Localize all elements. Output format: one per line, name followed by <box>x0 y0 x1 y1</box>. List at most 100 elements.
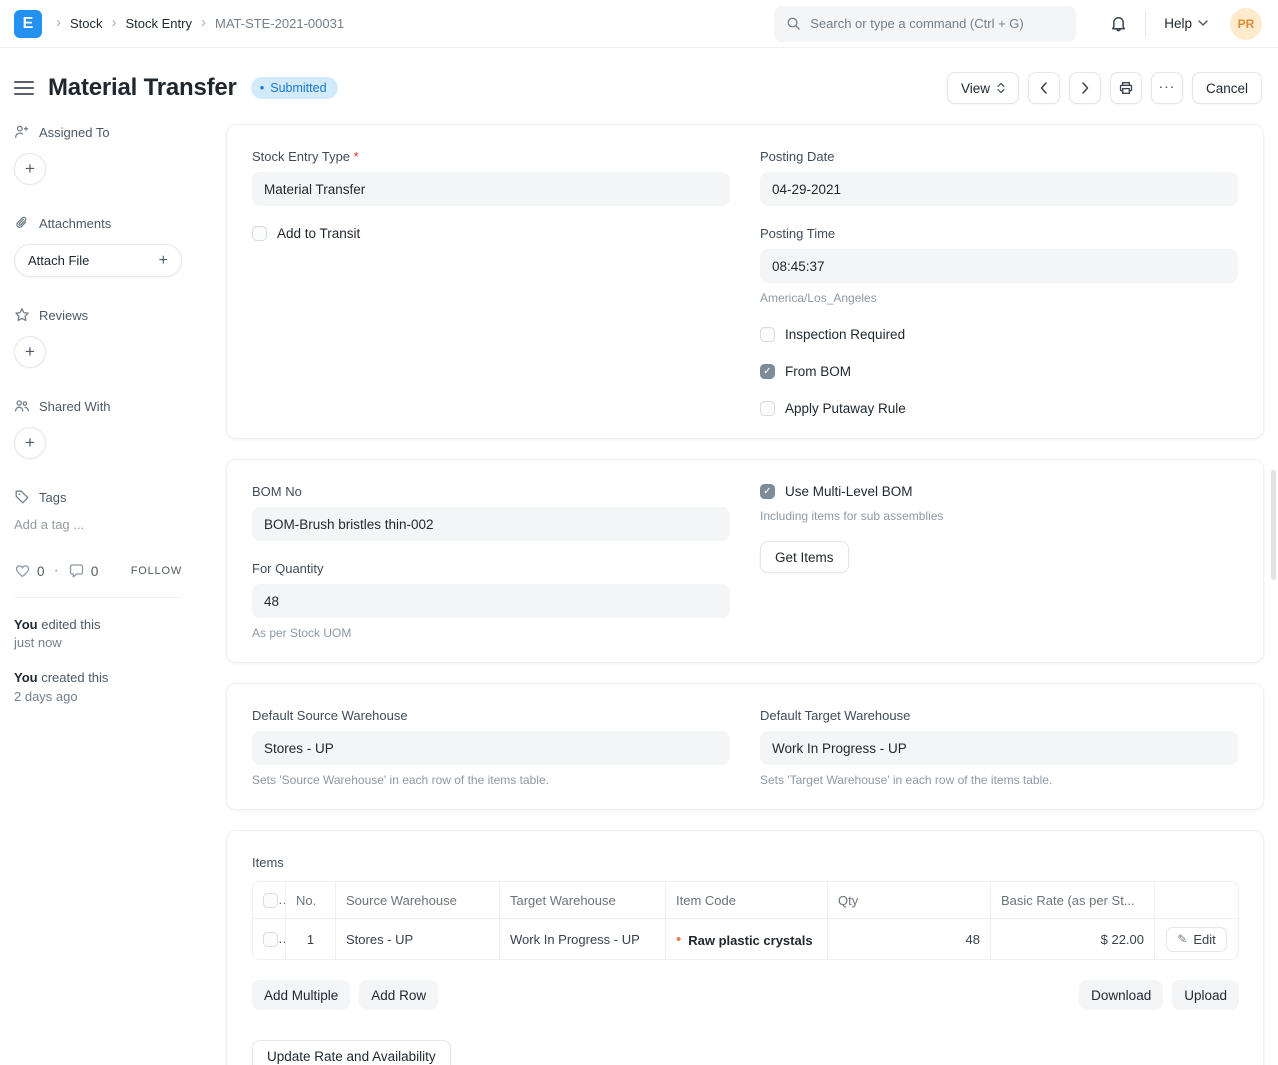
checkbox-checked[interactable]: ✓ <box>760 364 775 379</box>
section-items-card: Items No. Source Warehouse Target Wareho… <box>226 830 1264 1065</box>
column-left: Stock Entry Type * Add to Transit <box>252 149 730 416</box>
update-rate-availability-button[interactable]: Update Rate and Availability <box>252 1040 451 1065</box>
view-button-label: View <box>961 81 990 96</box>
activity-entry: You created this 2 days ago <box>14 669 182 705</box>
stock-entry-type-input[interactable] <box>252 172 730 206</box>
sidebar-section-tags: Tags Add a tag ... <box>14 489 182 532</box>
bom-no-input[interactable] <box>252 507 730 541</box>
notifications-bell-icon[interactable] <box>1110 15 1127 32</box>
add-multiple-button[interactable]: Add Multiple <box>252 980 350 1010</box>
column-right: Posting Date Posting Time America/Los_An… <box>760 149 1238 416</box>
select-all-checkbox[interactable] <box>263 893 278 908</box>
reviews-label: Reviews <box>39 308 88 323</box>
default-target-warehouse-input[interactable] <box>760 731 1238 765</box>
breadcrumb-stock-entry[interactable]: Stock Entry <box>126 16 192 31</box>
get-items-button[interactable]: Get Items <box>760 541 849 573</box>
column-header-basic-rate[interactable]: Basic Rate (as per St... <box>991 881 1155 919</box>
add-share-button[interactable]: + <box>14 427 46 459</box>
row-checkbox[interactable] <box>263 932 278 947</box>
add-tag-input[interactable]: Add a tag ... <box>14 517 182 532</box>
checkbox-label: Use Multi-Level BOM <box>785 484 913 499</box>
breadcrumb: › Stock › Stock Entry › MAT-STE-2021-000… <box>56 16 344 31</box>
breadcrumb-stock[interactable]: Stock <box>70 16 103 31</box>
row-source-warehouse[interactable]: Stores - UP <box>336 919 500 960</box>
checkbox-checked[interactable]: ✓ <box>760 484 775 499</box>
more-actions-button[interactable]: ··· <box>1151 72 1183 104</box>
page-head: Material Transfer • Submitted View ··· C… <box>0 48 1278 118</box>
required-asterisk: * <box>354 149 359 164</box>
app-logo[interactable]: E <box>14 10 42 38</box>
download-button[interactable]: Download <box>1079 980 1163 1010</box>
items-table-header-row: No. Source Warehouse Target Warehouse It… <box>252 881 1239 919</box>
column-header-qty[interactable]: Qty <box>828 881 991 919</box>
column-header-target-warehouse[interactable]: Target Warehouse <box>500 881 666 919</box>
column-header-item-code[interactable]: Item Code <box>666 881 828 919</box>
default-source-warehouse-input[interactable] <box>252 731 730 765</box>
posting-date-input[interactable] <box>760 172 1238 206</box>
column-header-actions <box>1155 881 1239 919</box>
row-item-code[interactable]: •Raw plastic crystals <box>666 919 828 960</box>
use-multi-level-bom-checkbox[interactable]: ✓ Use Multi-Level BOM <box>760 484 1238 499</box>
row-qty[interactable]: 48 <box>828 919 991 960</box>
items-section-title: Items <box>252 855 1238 870</box>
sidebar-section-shared-with: Shared With + <box>14 398 182 459</box>
checkbox-unchecked[interactable] <box>252 226 267 241</box>
prev-document-button[interactable] <box>1028 72 1060 104</box>
sidebar-section-assigned-to: Assigned To + <box>14 124 182 185</box>
for-quantity-input[interactable] <box>252 584 730 618</box>
plus-icon: + <box>159 252 168 270</box>
view-button[interactable]: View <box>947 72 1019 104</box>
plus-icon: + <box>25 342 35 362</box>
column-header-no[interactable]: No. <box>286 881 336 919</box>
add-to-transit-checkbox[interactable]: Add to Transit <box>252 226 730 241</box>
posting-time-input[interactable] <box>760 249 1238 283</box>
next-document-button[interactable] <box>1069 72 1101 104</box>
assign-user-icon <box>14 124 30 140</box>
breadcrumb-current-doc[interactable]: MAT-STE-2021-00031 <box>215 16 344 31</box>
from-bom-checkbox[interactable]: ✓ From BOM <box>760 364 1238 379</box>
print-button[interactable] <box>1110 72 1142 104</box>
column-right: ✓ Use Multi-Level BOM Including items fo… <box>760 484 1238 640</box>
row-target-warehouse[interactable]: Work In Progress - UP <box>500 919 666 960</box>
search-input[interactable] <box>810 16 1064 31</box>
help-label: Help <box>1164 16 1192 31</box>
menu-hamburger-icon[interactable] <box>14 81 34 95</box>
scrollbar-thumb[interactable] <box>1271 470 1276 580</box>
activity-when: 2 days ago <box>14 688 182 706</box>
likes-count: 0 <box>37 564 45 579</box>
inspection-required-checkbox[interactable]: Inspection Required <box>760 327 1238 342</box>
follow-button[interactable]: FOLLOW <box>131 565 182 577</box>
ellipsis-icon: ··· <box>1158 78 1175 94</box>
sort-chevrons-icon <box>997 82 1005 94</box>
user-avatar[interactable]: PR <box>1230 8 1262 40</box>
chevron-down-icon <box>1198 20 1208 27</box>
target-warehouse-help: Sets 'Target Warehouse' in each row of t… <box>760 773 1238 787</box>
add-review-button[interactable]: + <box>14 336 46 368</box>
column-header-source-warehouse[interactable]: Source Warehouse <box>336 881 500 919</box>
upload-button[interactable]: Upload <box>1172 980 1239 1010</box>
add-assignment-button[interactable]: + <box>14 153 46 185</box>
items-table-row[interactable]: 1 Stores - UP Work In Progress - UP •Raw… <box>252 919 1239 960</box>
checkbox-unchecked[interactable] <box>760 327 775 342</box>
help-menu[interactable]: Help <box>1164 16 1208 31</box>
column-left: Default Source Warehouse Sets 'Source Wa… <box>252 708 730 787</box>
sidebar-section-reviews: Reviews + <box>14 307 182 368</box>
checkbox-unchecked[interactable] <box>760 401 775 416</box>
attach-file-button[interactable]: Attach File + <box>14 244 182 277</box>
attachments-label: Attachments <box>39 216 111 231</box>
activity-when: just now <box>14 634 182 652</box>
row-basic-rate[interactable]: $ 22.00 <box>991 919 1155 960</box>
global-search[interactable] <box>774 6 1076 42</box>
row-edit-button[interactable]: ✎ Edit <box>1166 927 1226 952</box>
cancel-button[interactable]: Cancel <box>1192 72 1262 104</box>
activity-action: created this <box>41 670 108 685</box>
apply-putaway-rule-checkbox[interactable]: Apply Putaway Rule <box>760 401 1238 416</box>
add-row-button[interactable]: Add Row <box>359 980 438 1010</box>
navbar: E › Stock › Stock Entry › MAT-STE-2021-0… <box>0 0 1278 48</box>
check-icon: ✓ <box>763 366 771 377</box>
comment-icon[interactable] <box>68 563 85 579</box>
section-bom-card: BOM No For Quantity As per Stock UOM ✓ U… <box>226 459 1264 663</box>
cancel-button-label: Cancel <box>1206 81 1248 96</box>
search-icon <box>786 16 801 31</box>
heart-icon[interactable] <box>14 563 31 579</box>
